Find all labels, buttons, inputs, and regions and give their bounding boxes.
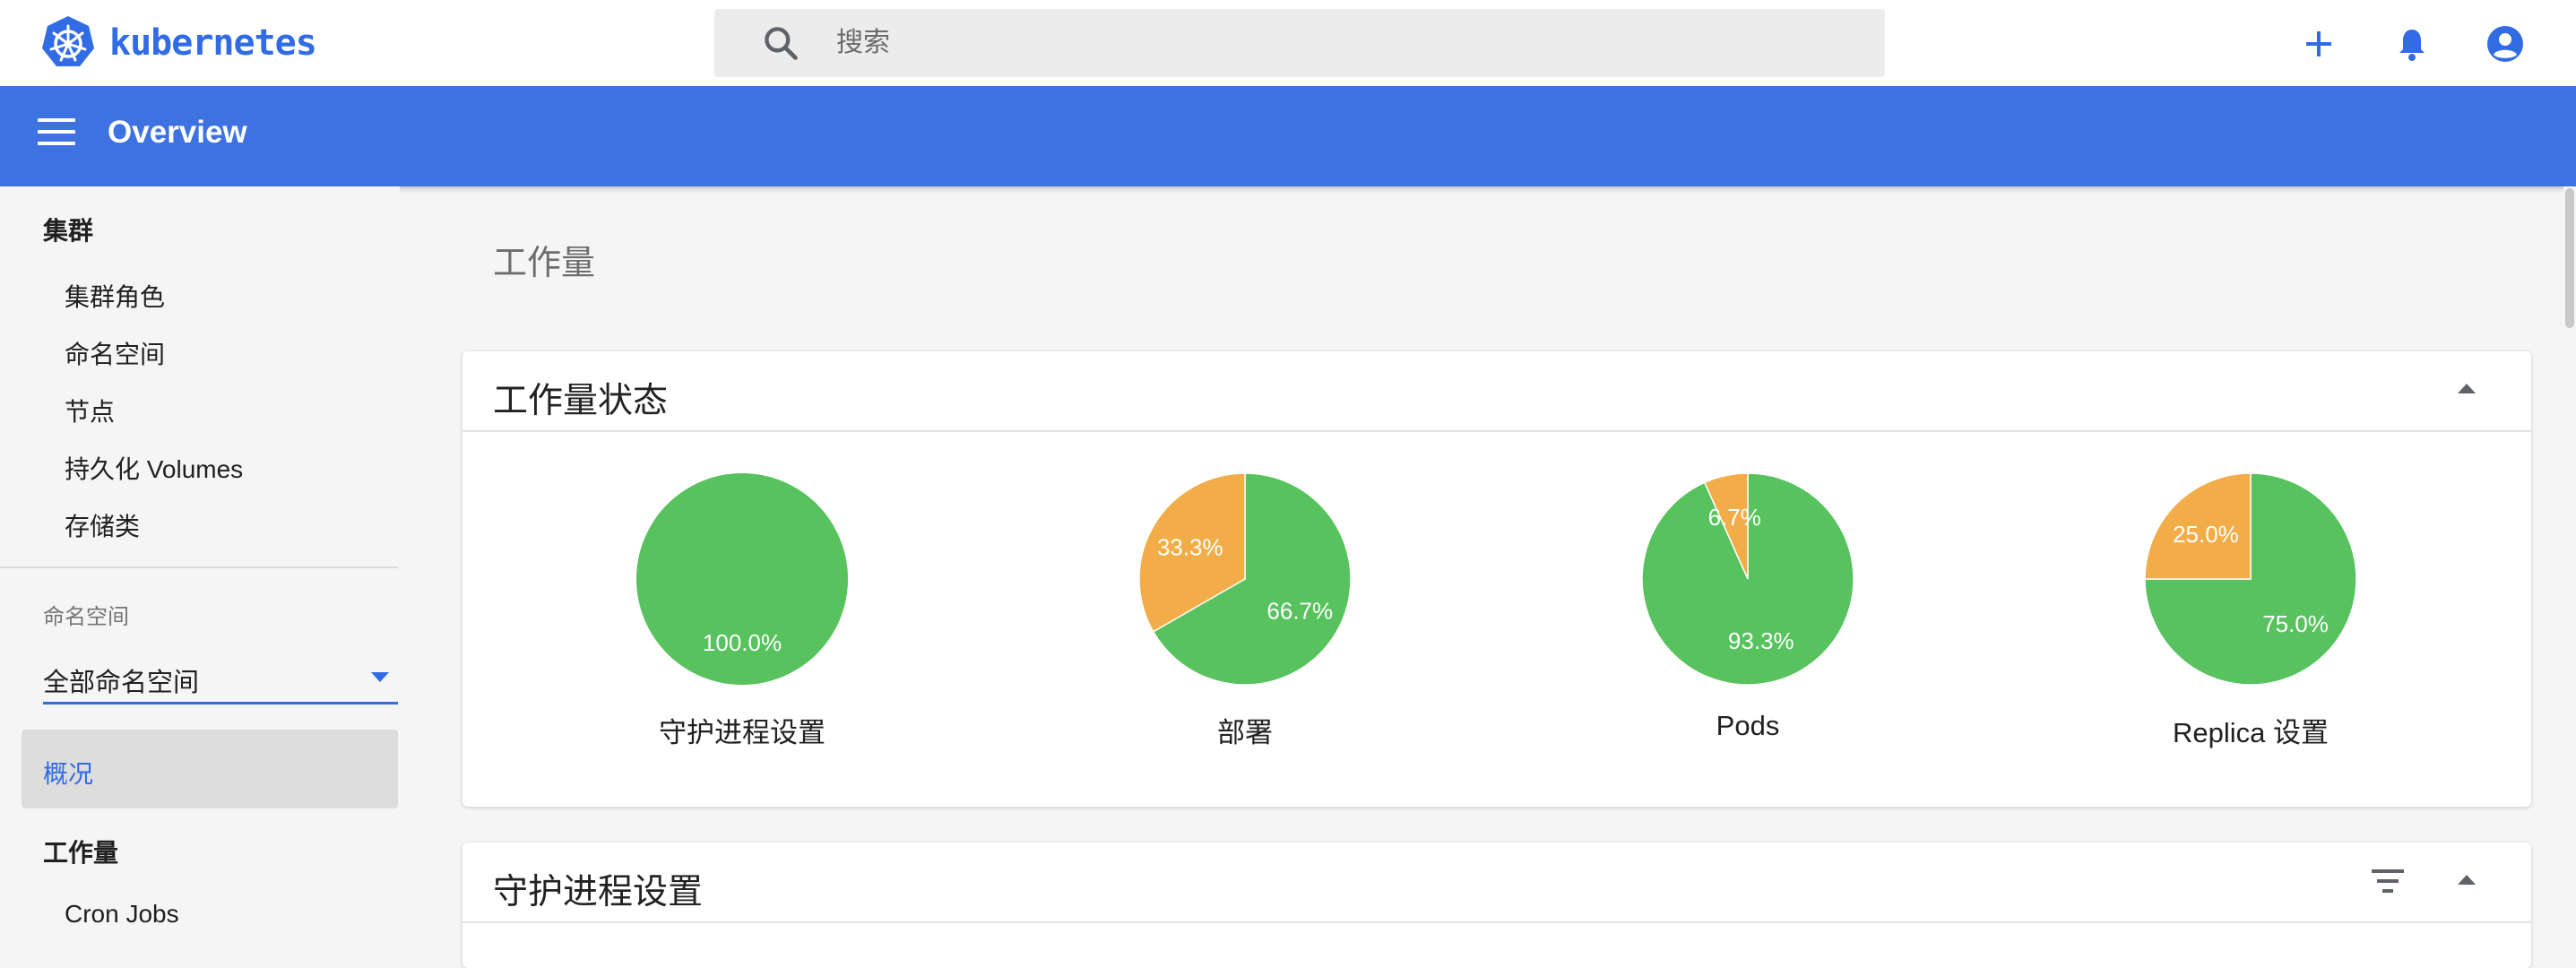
sidebar-item-cron-jobs[interactable]: Cron Jobs xyxy=(65,900,179,929)
pie-slice-label: 66.7% xyxy=(1266,597,1333,624)
filter-icon[interactable] xyxy=(2370,869,2406,896)
notifications-button[interactable] xyxy=(2391,23,2433,65)
pie-slice-label: 75.0% xyxy=(2262,610,2329,637)
sidebar-item-overview-label: 概况 xyxy=(43,760,94,788)
page-header-title: Overview xyxy=(108,115,247,150)
card-header: 守护进程设置 xyxy=(462,843,2531,923)
namespace-select-value: 全部命名空间 xyxy=(43,669,200,697)
search-input[interactable] xyxy=(836,28,1733,58)
sidebar-item-persistent-volumes[interactable]: 持久化 Volumes xyxy=(65,450,243,486)
pie-slice-label: 25.0% xyxy=(2173,521,2239,548)
collapse-icon[interactable] xyxy=(2456,873,2477,887)
pie-chart-title[interactable]: 守护进程设置 xyxy=(563,710,921,750)
top-bar: kubernetes xyxy=(0,0,2576,86)
workload-status-card: 工作量状态 100.0% 守护进程设置 66.7% 33.3% 部署 93.3% 6.7% P… xyxy=(462,351,2531,807)
page-title: 工作量 xyxy=(493,245,596,282)
pie-chart-title[interactable]: Replica 设置 xyxy=(2071,710,2430,750)
card-title: 工作量状态 xyxy=(493,382,669,420)
kubernetes-logo[interactable]: kubernetes xyxy=(39,14,317,72)
account-button[interactable] xyxy=(2485,23,2526,65)
dropdown-arrow-icon xyxy=(371,672,389,682)
sidebar-item-nodes[interactable]: 节点 xyxy=(65,393,115,428)
sidebar: 集群 集群角色 命名空间 节点 持久化 Volumes 存储类 命名空间 全部命… xyxy=(0,186,400,950)
namespace-select[interactable]: 全部命名空间 xyxy=(43,651,398,704)
collapse-icon[interactable] xyxy=(2456,382,2477,396)
menu-icon[interactable] xyxy=(38,118,75,154)
plus-icon xyxy=(2306,31,2331,56)
sidebar-item-cluster-roles[interactable]: 集群角色 xyxy=(65,278,165,314)
sidebar-heading-cluster[interactable]: 集群 xyxy=(43,212,93,247)
card-title: 守护进程设置 xyxy=(493,873,704,912)
bell-icon xyxy=(2399,30,2425,61)
pie-chart-title[interactable]: Pods xyxy=(1569,710,1927,742)
pie-chart-title[interactable]: 部署 xyxy=(1066,710,1424,750)
pie-svg: 75.0% 25.0% xyxy=(2144,472,2357,686)
pie-slice-label: 93.3% xyxy=(1728,627,1794,654)
sidebar-item-overview[interactable]: 概况 xyxy=(22,730,398,808)
namespace-label: 命名空间 xyxy=(43,605,129,629)
pie-chart: 100.0% 守护进程设置 xyxy=(563,471,921,750)
pie-chart: 66.7% 33.3% 部署 xyxy=(1066,471,1424,750)
pie-chart: 93.3% 6.7% Pods xyxy=(1569,471,1927,742)
pie-slice-label: 6.7% xyxy=(1708,504,1761,531)
scrollbar-thumb[interactable] xyxy=(2565,188,2574,328)
pie-svg: 100.0% xyxy=(636,473,848,685)
sidebar-item-namespaces[interactable]: 命名空间 xyxy=(65,335,165,371)
sidebar-divider xyxy=(0,566,398,568)
pie-svg: 66.7% 33.3% xyxy=(1138,472,1352,686)
logo-text: kubernetes xyxy=(109,22,317,64)
kubernetes-wheel-icon xyxy=(42,16,94,66)
pie-slice-label: 33.3% xyxy=(1157,534,1223,561)
account-circle-icon xyxy=(2487,26,2523,62)
card-header: 工作量状态 xyxy=(462,351,2531,432)
search-bar[interactable] xyxy=(714,9,1885,77)
sidebar-heading-workloads[interactable]: 工作量 xyxy=(43,834,118,869)
search-icon xyxy=(765,27,798,60)
daemon-sets-card: 守护进程设置 xyxy=(462,843,2531,968)
pie-svg: 93.3% 6.7% xyxy=(1641,472,1854,686)
sidebar-item-storage-classes[interactable]: 存储类 xyxy=(65,507,140,543)
pie-slice-label: 100.0% xyxy=(703,629,782,656)
create-button[interactable] xyxy=(2298,23,2339,65)
page-header: Overview xyxy=(0,86,2576,186)
pie-chart: 75.0% 25.0% Replica 设置 xyxy=(2071,471,2430,750)
